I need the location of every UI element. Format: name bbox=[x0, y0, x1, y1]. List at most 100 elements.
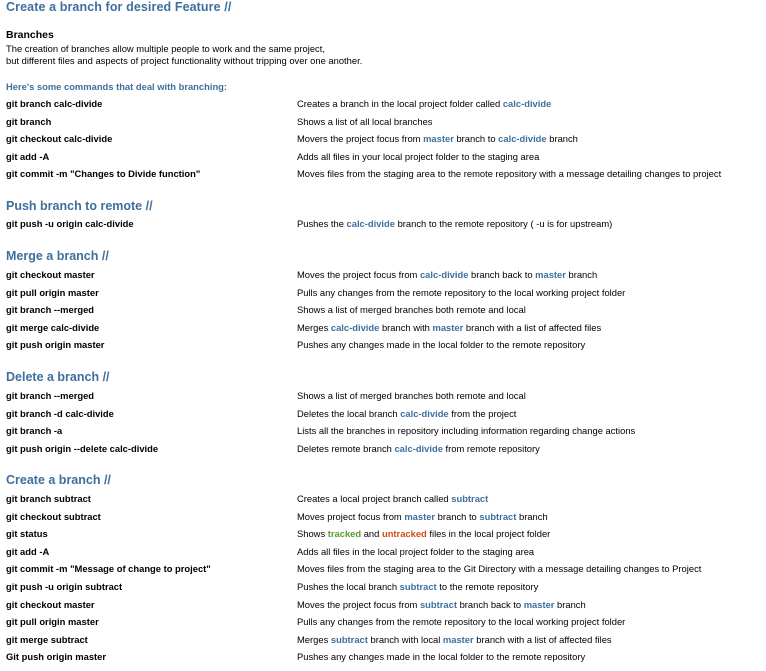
command-text: git pull origin master bbox=[6, 616, 99, 628]
section-heading: Delete a branch // bbox=[6, 370, 110, 384]
description-text: Moves files from the staging area to the… bbox=[297, 563, 702, 575]
description-text: branch to the remote repository ( -u is … bbox=[394, 218, 613, 229]
command-description: Shows a list of all local branches bbox=[297, 116, 432, 127]
highlight-term: calc-divide bbox=[394, 442, 443, 454]
command-description: Deletes remote branch calc-divide from r… bbox=[297, 443, 540, 454]
command-row: git push origin master Pushes any changes… bbox=[6, 339, 762, 355]
command-row: git push origin --delete calc-divide Dele… bbox=[6, 443, 762, 459]
highlight-term: subtract bbox=[479, 510, 517, 522]
command-text: git pull origin master bbox=[6, 286, 99, 298]
command-row: git commit -m "Changes to Divide functio… bbox=[6, 168, 762, 184]
command-description: Lists all the branches in repository inc… bbox=[297, 425, 635, 436]
command-text: git add -A bbox=[6, 150, 50, 162]
description-text: Moves files from the staging area to the… bbox=[297, 168, 722, 180]
description-text: Deletes remote branch bbox=[297, 442, 395, 454]
description-text: Shows bbox=[297, 528, 328, 540]
highlight-term: subtract bbox=[419, 598, 457, 610]
command-row: git branch calc-divide Creates a branch i… bbox=[6, 98, 762, 114]
command-description: Pushes any changes made in the local fol… bbox=[297, 339, 585, 350]
description-text: branch with local bbox=[367, 633, 443, 645]
description-text: branch to bbox=[435, 510, 480, 522]
command-text: git push -u origin calc-divide bbox=[6, 218, 134, 229]
command-description: Shows tracked and untracked files in the… bbox=[297, 528, 550, 539]
highlight-term: master bbox=[442, 633, 474, 645]
command-description: Adds all files in your local project fol… bbox=[297, 151, 539, 162]
description-text: Moves the project focus from bbox=[297, 598, 420, 610]
command-description: Creates a local project branch called su… bbox=[297, 493, 488, 504]
command-text: Git push origin master bbox=[6, 651, 107, 663]
description-text: Deletes the local branch bbox=[297, 407, 401, 419]
command-text: git push origin --delete calc-divide bbox=[6, 442, 159, 454]
command-row: git checkout calc-divide Movers the proje… bbox=[6, 133, 762, 149]
command-description: Movers the project focus from master bra… bbox=[297, 133, 578, 144]
command-description: Pushes the calc-divide branch to the rem… bbox=[297, 218, 612, 229]
command-row: git checkout master Moves the project foc… bbox=[6, 269, 762, 285]
description-text: Pulls any changes from the remote reposi… bbox=[297, 286, 626, 298]
command-row: git branch subtract Creates a local proje… bbox=[6, 493, 762, 509]
command-row: git commit -m "Message of change to proj… bbox=[6, 563, 762, 579]
command-text: git status bbox=[6, 528, 48, 540]
command-row: git merge calc-divide Merges calc-divide … bbox=[6, 322, 762, 338]
description-text: branch bbox=[516, 510, 548, 522]
command-text: git add -A bbox=[6, 545, 50, 557]
description-text: branch with a list of affected files bbox=[473, 633, 612, 645]
description-text: Movers the project focus from bbox=[297, 133, 424, 145]
command-text: git push origin master bbox=[6, 339, 105, 351]
command-description: Moves the project focus from subtract br… bbox=[297, 599, 586, 610]
description-text: from remote repository bbox=[442, 442, 540, 454]
command-text: git checkout master bbox=[6, 269, 95, 280]
highlight-term: subtract bbox=[451, 493, 489, 504]
description-text: Pushes the bbox=[297, 218, 347, 229]
description-text: branch bbox=[554, 598, 586, 610]
command-row: Git push origin master Pushes any changes… bbox=[6, 651, 762, 667]
command-description: Moves files from the staging area to the… bbox=[297, 563, 701, 574]
command-text: git merge calc-divide bbox=[6, 321, 100, 333]
description-text: Moves project focus from bbox=[297, 510, 405, 522]
command-description: Pulls any changes from the remote reposi… bbox=[297, 616, 625, 627]
command-text: git branch calc-divide bbox=[6, 98, 103, 109]
command-row: git branch -a Lists all the branches in r… bbox=[6, 425, 762, 441]
description-text: Creates a branch in the local project fo… bbox=[297, 98, 503, 109]
description-text: Moves the project focus from bbox=[297, 269, 420, 280]
highlight-term: calc-divide bbox=[330, 321, 380, 333]
description-text: Adds all files in the local project fold… bbox=[297, 545, 535, 557]
command-row: git merge subtract Merges subtract branch… bbox=[6, 634, 762, 650]
command-row: git status Shows tracked and untracked fi… bbox=[6, 528, 762, 544]
command-description: Deletes the local branch calc-divide fro… bbox=[297, 408, 516, 419]
command-text: git branch bbox=[6, 115, 52, 127]
description-text: branch back to bbox=[468, 269, 536, 280]
command-row: git add -A Adds all files in the local pr… bbox=[6, 546, 762, 562]
command-row: git branch --merged Shows a list of merge… bbox=[6, 390, 762, 406]
command-row: git push -u origin calc-divide Pushes the… bbox=[6, 218, 762, 234]
command-text: git merge subtract bbox=[6, 633, 88, 645]
command-row: git add -A Adds all files in your local p… bbox=[6, 151, 762, 167]
highlight-term: calc-divide bbox=[498, 133, 547, 145]
highlight-term: master bbox=[404, 510, 436, 522]
description-text: files in the local project folder bbox=[426, 528, 551, 540]
description-text: branch bbox=[546, 133, 578, 145]
command-description: Shows a list of merged branches both rem… bbox=[297, 390, 526, 401]
highlight-term: calc-divide bbox=[419, 269, 469, 280]
command-row: git pull origin master Pulls any changes … bbox=[6, 616, 762, 632]
highlight-term: master bbox=[432, 321, 464, 333]
command-text: git checkout calc-divide bbox=[6, 133, 113, 145]
description-text: Shows a list of all local branches bbox=[297, 115, 433, 127]
command-row: git pull origin master Pulls any changes … bbox=[6, 287, 762, 303]
command-row: git checkout subtract Moves project focus… bbox=[6, 511, 762, 527]
intro-line: The creation of branches allow multiple … bbox=[6, 43, 325, 54]
command-description: Creates a branch in the local project fo… bbox=[297, 98, 551, 109]
page-title: Create a branch for desired Feature // bbox=[6, 0, 232, 14]
command-text: git branch -a bbox=[6, 425, 63, 437]
section-heading: Create a branch // bbox=[6, 473, 111, 487]
command-row: git push -u origin subtract Pushes the lo… bbox=[6, 581, 762, 597]
highlight-term: calc-divide bbox=[502, 98, 552, 109]
command-description: Shows a list of merged branches both rem… bbox=[297, 304, 526, 315]
command-description: Moves the project focus from calc-divide… bbox=[297, 269, 597, 280]
command-description: Moves project focus from master branch t… bbox=[297, 511, 548, 522]
description-text: Pushes any changes made in the local fol… bbox=[297, 651, 586, 663]
description-text: Creates a local project branch called bbox=[297, 493, 452, 504]
section-heading: Push branch to remote // bbox=[6, 199, 153, 213]
intro-line: but different files and aspects of proje… bbox=[6, 55, 363, 66]
command-text: git checkout subtract bbox=[6, 510, 101, 522]
description-text: Pushes the local branch bbox=[297, 581, 400, 592]
